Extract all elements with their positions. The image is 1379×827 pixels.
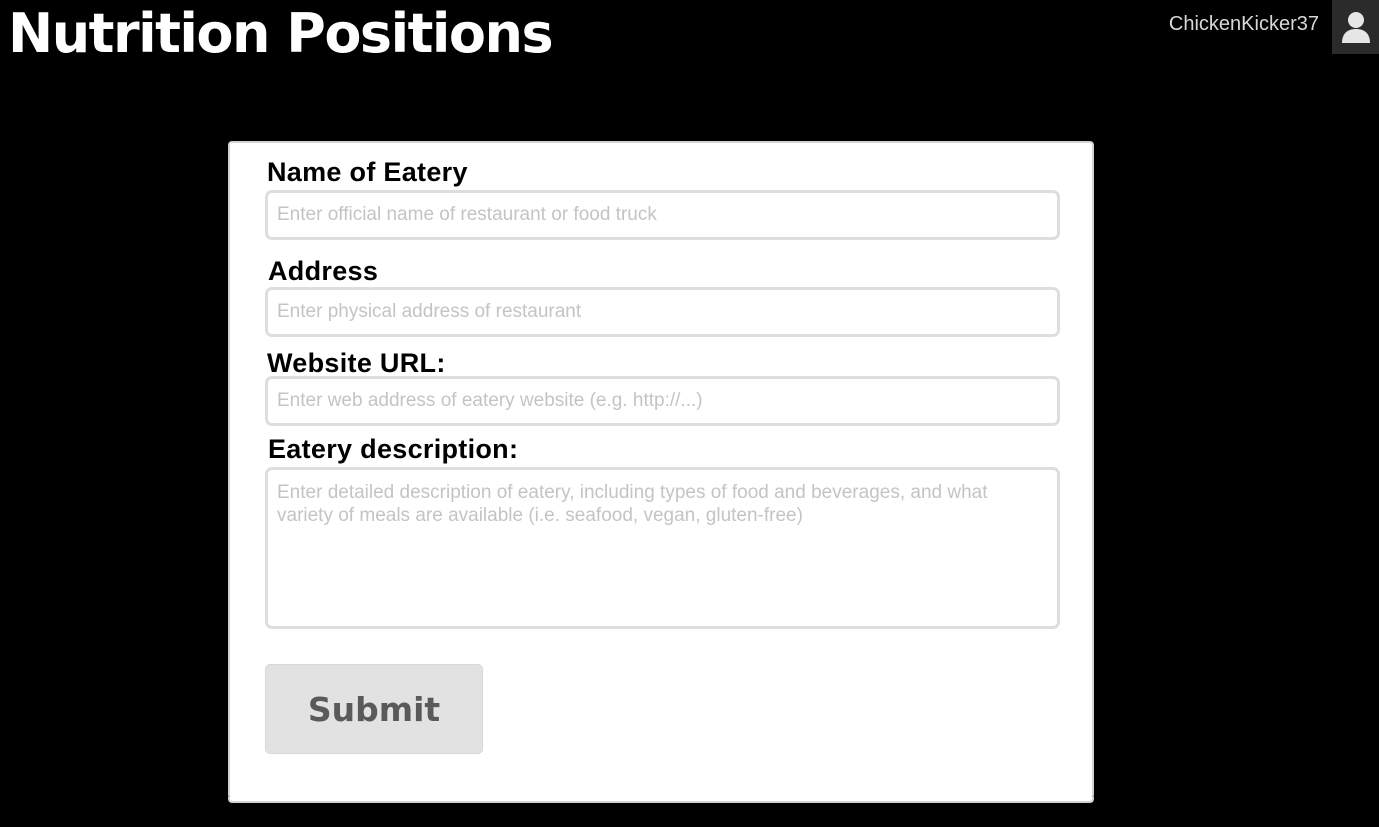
address-label: Address xyxy=(268,256,379,286)
description-label: Eatery description: xyxy=(268,434,519,464)
app-title: Nutrition Positions xyxy=(8,2,554,65)
website-url-label: Website URL: xyxy=(267,348,446,378)
username[interactable]: ChickenKicker37 xyxy=(1169,13,1319,36)
eatery-name-label: Name of Eatery xyxy=(267,157,468,187)
address-input[interactable] xyxy=(265,287,1060,337)
eatery-name-input[interactable] xyxy=(265,190,1060,240)
user-menu[interactable]: ChickenKicker37 xyxy=(1169,0,1379,54)
description-textarea[interactable] xyxy=(265,467,1060,629)
submit-button[interactable]: Submit xyxy=(265,664,483,754)
add-eatery-form: Name of Eatery Address Website URL: Eate… xyxy=(228,141,1094,803)
user-icon-glyph xyxy=(1341,12,1370,43)
user-icon[interactable] xyxy=(1332,0,1379,54)
website-url-input[interactable] xyxy=(265,376,1060,426)
